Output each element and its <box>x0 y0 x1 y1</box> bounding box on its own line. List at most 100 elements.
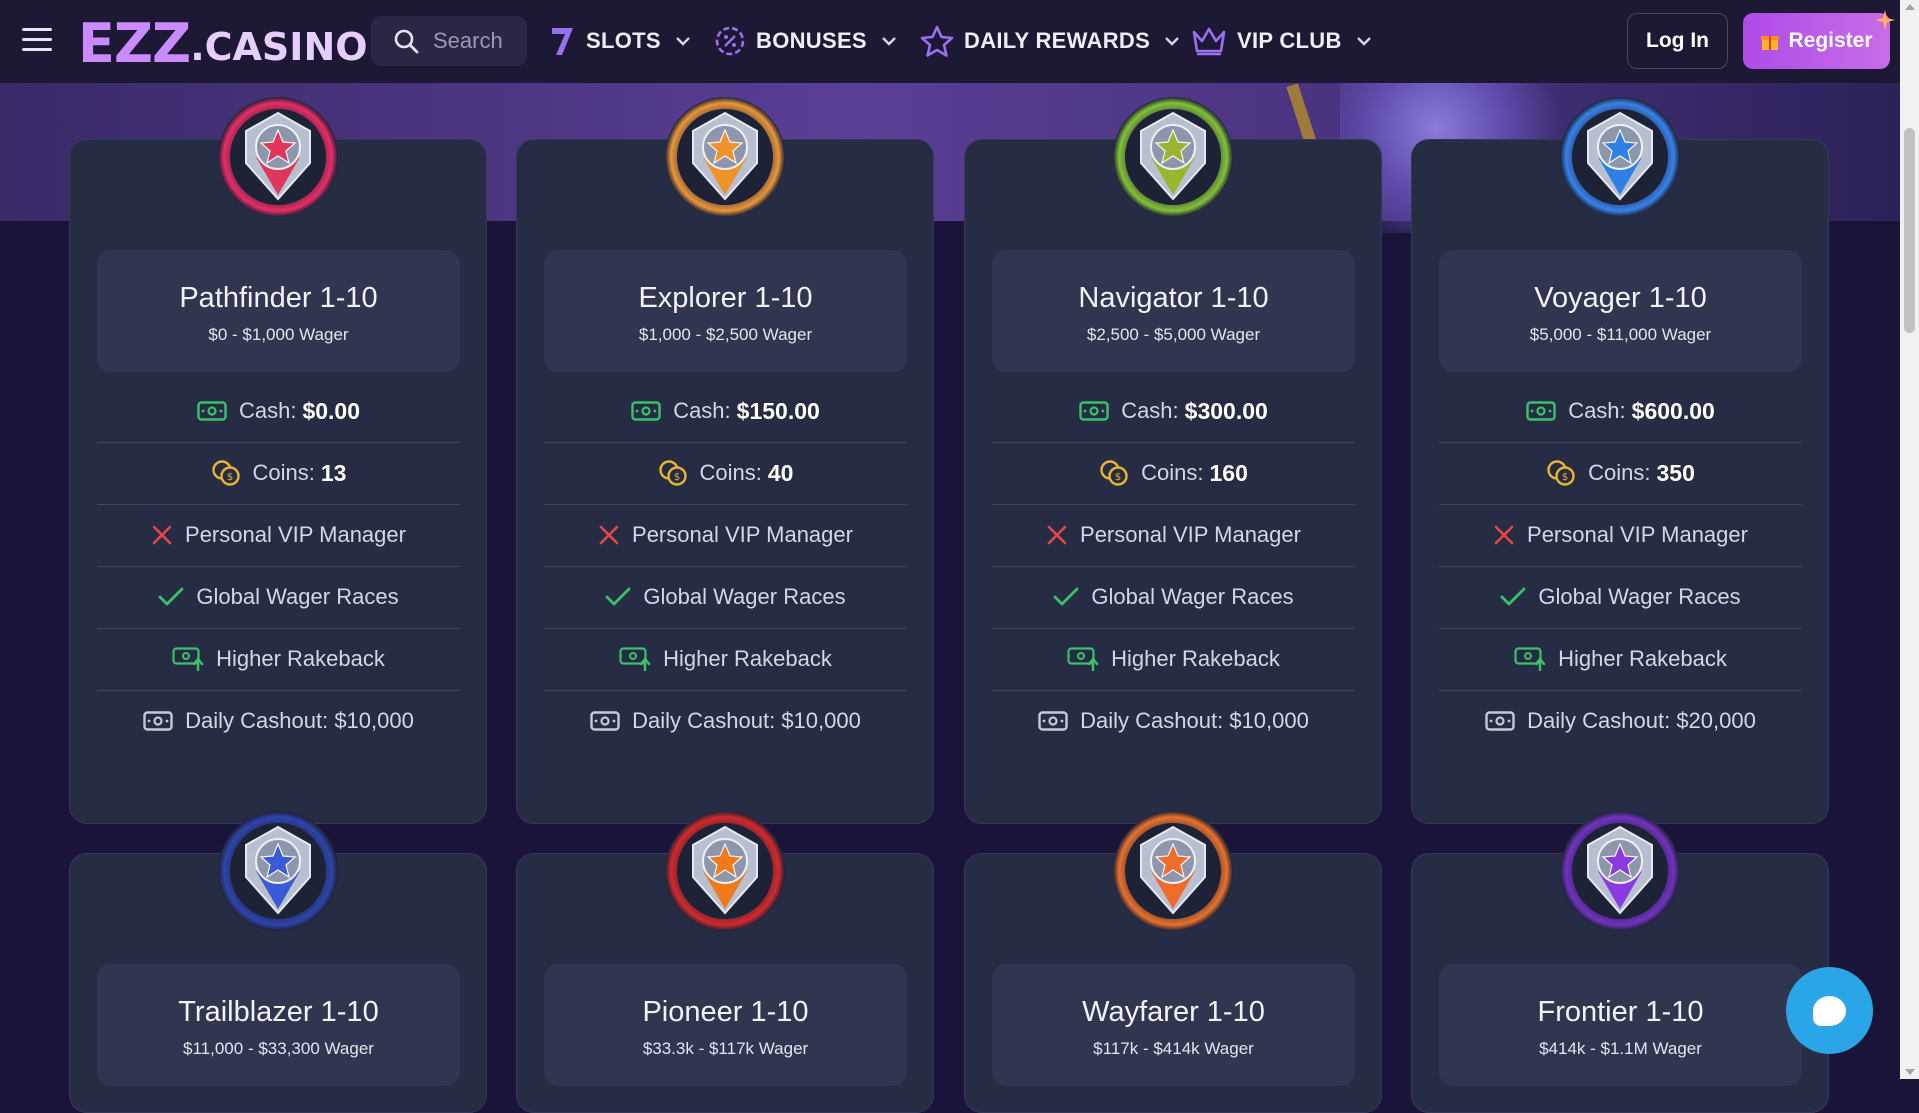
tier-title-box: Pathfinder 1-10 $0 - $1,000 Wager <box>97 250 460 372</box>
cross-icon <box>599 525 619 545</box>
coins-value: 160 <box>1209 459 1248 486</box>
coins-icon: $ <box>211 460 240 486</box>
star-icon <box>920 25 954 57</box>
site-logo[interactable]: EZZ .CASINO <box>78 12 368 72</box>
tier-feature-row: Daily Cashout: $10,000 <box>97 690 460 752</box>
cash-value: $0.00 <box>302 397 361 424</box>
tier-feature-row: Personal VIP Manager <box>1439 504 1802 567</box>
vip-tier-card: Voyager 1-10 $5,000 - $11,000 Wager Cash: $… <box>1411 139 1829 824</box>
live-chat-button[interactable] <box>1786 967 1873 1054</box>
rakeback-label: Higher Rakeback <box>663 646 832 671</box>
chevron-down-icon <box>882 37 896 46</box>
tier-badge-icon <box>665 811 785 931</box>
rakeback-icon <box>172 647 204 671</box>
tier-feature-row: Global Wager Races <box>992 566 1355 629</box>
nav-vip-club-label: VIP CLUB <box>1237 28 1342 53</box>
tier-title-box: Pioneer 1-10 $33.3k - $117k Wager <box>544 964 907 1086</box>
register-button[interactable]: Register <box>1743 10 1895 69</box>
tier-title-box: Voyager 1-10 $5,000 - $11,000 Wager <box>1439 250 1802 372</box>
cross-icon <box>1494 525 1514 545</box>
scroll-up-arrow-icon[interactable] <box>1905 4 1915 10</box>
nav-daily-rewards-label: DAILY REWARDS <box>964 28 1151 53</box>
rakeback-label: Higher Rakeback <box>1558 646 1727 671</box>
tier-feature-row: Global Wager Races <box>544 566 907 629</box>
scroll-down-arrow-icon[interactable] <box>1905 1069 1915 1075</box>
cash-value: $600.00 <box>1631 397 1715 424</box>
tier-wager-range: $1,000 - $2,500 Wager <box>638 325 813 344</box>
tier-title-box: Navigator 1-10 $2,500 - $5,000 Wager <box>992 250 1355 372</box>
tier-wager-range: $414k - $1.1M Wager <box>1539 1039 1702 1058</box>
vip-manager-label: Personal VIP Manager <box>1527 522 1748 547</box>
nav-vip-club[interactable]: VIP CLUB <box>1191 16 1372 66</box>
rakeback-label: Higher Rakeback <box>216 646 385 671</box>
coins-value: 13 <box>320 459 347 486</box>
vip-manager-label: Personal VIP Manager <box>1080 522 1301 547</box>
tier-feature-row: Higher Rakeback <box>544 628 907 691</box>
cash-label: Cash: <box>1568 398 1626 423</box>
tier-feature-row: Higher Rakeback <box>992 628 1355 691</box>
chevron-down-icon <box>1356 37 1371 46</box>
tier-wager-range: $0 - $1,000 Wager <box>208 325 349 344</box>
tier-feature-row: $ Coins: 350 <box>1439 442 1802 505</box>
tier-badge-icon <box>1113 97 1233 217</box>
coins-label: Coins: <box>1588 460 1651 485</box>
search-box[interactable] <box>371 16 527 66</box>
nav-daily-rewards[interactable]: DAILY REWARDS <box>920 16 1180 66</box>
tier-wager-range: $5,000 - $11,000 Wager <box>1529 325 1712 344</box>
coins-label: Coins: <box>699 460 762 485</box>
cashout-icon <box>1038 711 1068 731</box>
tier-feature-row: Higher Rakeback <box>97 628 460 691</box>
vip-tier-card: Explorer 1-10 $1,000 - $2,500 Wager Cash: $… <box>516 139 934 824</box>
tier-name: Frontier 1-10 <box>1537 996 1704 1028</box>
menu-icon[interactable] <box>22 28 52 52</box>
cash-icon <box>197 401 227 421</box>
coins-icon: $ <box>1100 460 1128 486</box>
tier-badge-icon <box>1560 811 1680 931</box>
coins-label: Coins: <box>1141 460 1204 485</box>
nav-bonuses-label: BONUSES <box>756 28 867 53</box>
top-navigation-bar: EZZ .CASINO SLOTS BONUSES DAILY REWARDS … <box>0 0 1900 83</box>
tier-wager-range: $117k - $414k Wager <box>1093 1039 1254 1058</box>
tier-feature-row: Daily Cashout: $10,000 <box>992 690 1355 752</box>
page-scrollbar[interactable] <box>1900 0 1919 1079</box>
crown-icon <box>1192 27 1226 56</box>
nav-slots[interactable]: SLOTS <box>548 16 691 66</box>
wager-races-label: Global Wager Races <box>196 584 399 609</box>
login-button[interactable]: Log In <box>1627 13 1728 69</box>
tier-feature-row: Cash: $600.00 <box>1439 380 1802 443</box>
search-input[interactable] <box>431 27 525 55</box>
tier-name: Navigator 1-10 <box>1078 282 1269 314</box>
slots-seven-icon <box>552 28 573 55</box>
tier-badge-icon <box>665 97 785 217</box>
tier-name: Explorer 1-10 <box>638 282 813 314</box>
rakeback-icon <box>1067 647 1099 671</box>
cash-icon <box>1526 401 1556 421</box>
svg-text:$: $ <box>673 472 679 483</box>
svg-text:$: $ <box>1562 472 1568 483</box>
tier-badge-icon <box>218 97 338 217</box>
coins-value: 40 <box>767 459 794 486</box>
coins-icon: $ <box>1547 460 1575 486</box>
tier-name: Trailblazer 1-10 <box>178 996 379 1028</box>
daily-cashout-label: Daily Cashout: $10,000 <box>632 708 861 733</box>
chevron-down-icon <box>1165 37 1179 46</box>
register-label: Register <box>1788 29 1873 52</box>
cash-value: $300.00 <box>1184 397 1268 424</box>
tier-feature-row: Personal VIP Manager <box>97 504 460 567</box>
nav-bonuses[interactable]: BONUSES <box>714 16 897 66</box>
tier-wager-range: $11,000 - $33,300 Wager <box>183 1039 374 1058</box>
tier-wager-range: $33.3k - $117k Wager <box>642 1039 809 1058</box>
tier-feature-row: $ Coins: 13 <box>97 442 460 505</box>
chat-bubble-icon <box>1813 995 1846 1026</box>
tier-title-box: Frontier 1-10 $414k - $1.1M Wager <box>1439 964 1802 1086</box>
scrollbar-thumb[interactable] <box>1904 128 1915 333</box>
coins-label: Coins: <box>252 460 315 485</box>
gift-icon <box>1761 36 1780 50</box>
daily-cashout-label: Daily Cashout: $10,000 <box>185 708 414 733</box>
wager-races-label: Global Wager Races <box>1538 584 1741 609</box>
logo-main-text: EZZ <box>78 12 191 75</box>
check-icon <box>159 587 184 606</box>
daily-cashout-label: Daily Cashout: $10,000 <box>1080 708 1309 733</box>
tier-title-box: Trailblazer 1-10 $11,000 - $33,300 Wager <box>97 964 460 1086</box>
logo-suffix-text: .CASINO <box>190 25 368 69</box>
